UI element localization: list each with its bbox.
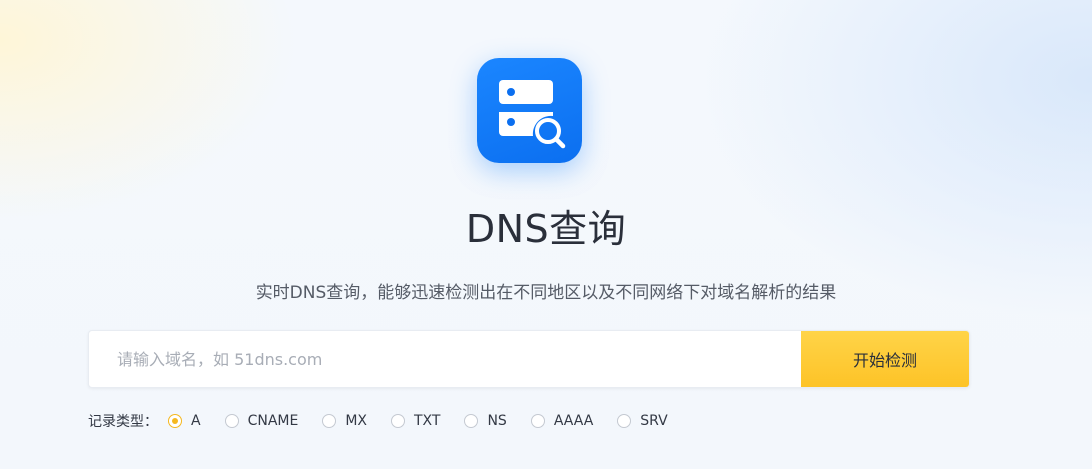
page-subtitle: 实时DNS查询，能够迅速检测出在不同地区以及不同网络下对域名解析的结果	[255, 283, 837, 303]
radio-selected-icon[interactable]	[168, 414, 182, 428]
record-type-option-label: AAAA	[553, 413, 594, 429]
record-type-selector: 记录类型： A CNAME MX TXT NS AAAA SRV	[88, 410, 692, 432]
record-type-label: 记录类型：	[88, 414, 158, 430]
record-type-option-mx[interactable]: MX	[322, 413, 367, 429]
radio-unselected-icon[interactable]	[530, 414, 545, 428]
record-type-option-label: SRV	[640, 413, 668, 429]
radio-unselected-icon[interactable]	[617, 414, 632, 428]
search-bar: 开始检测	[88, 330, 970, 388]
domain-search-input[interactable]	[89, 331, 803, 387]
page-title: DNS查询	[465, 207, 627, 251]
record-type-option-label: A	[191, 413, 201, 429]
record-type-option-aaaa[interactable]: AAAA	[530, 413, 594, 429]
radio-unselected-icon[interactable]	[464, 414, 479, 428]
record-type-option-cname[interactable]: CNAME	[224, 413, 299, 429]
radio-unselected-icon[interactable]	[322, 414, 337, 428]
record-type-option-srv[interactable]: SRV	[617, 413, 668, 429]
dns-server-search-icon	[477, 58, 582, 163]
record-type-option-ns[interactable]: NS	[464, 413, 507, 429]
record-type-option-txt[interactable]: TXT	[391, 413, 440, 429]
record-type-option-label: NS	[487, 413, 507, 429]
record-type-option-label: MX	[345, 413, 367, 429]
record-type-option-label: CNAME	[247, 413, 299, 429]
radio-unselected-icon[interactable]	[224, 414, 239, 428]
start-check-button[interactable]: 开始检测	[801, 331, 969, 387]
radio-unselected-icon[interactable]	[391, 414, 405, 428]
record-type-option-a[interactable]: A	[168, 413, 201, 429]
record-type-option-label: TXT	[414, 413, 441, 429]
